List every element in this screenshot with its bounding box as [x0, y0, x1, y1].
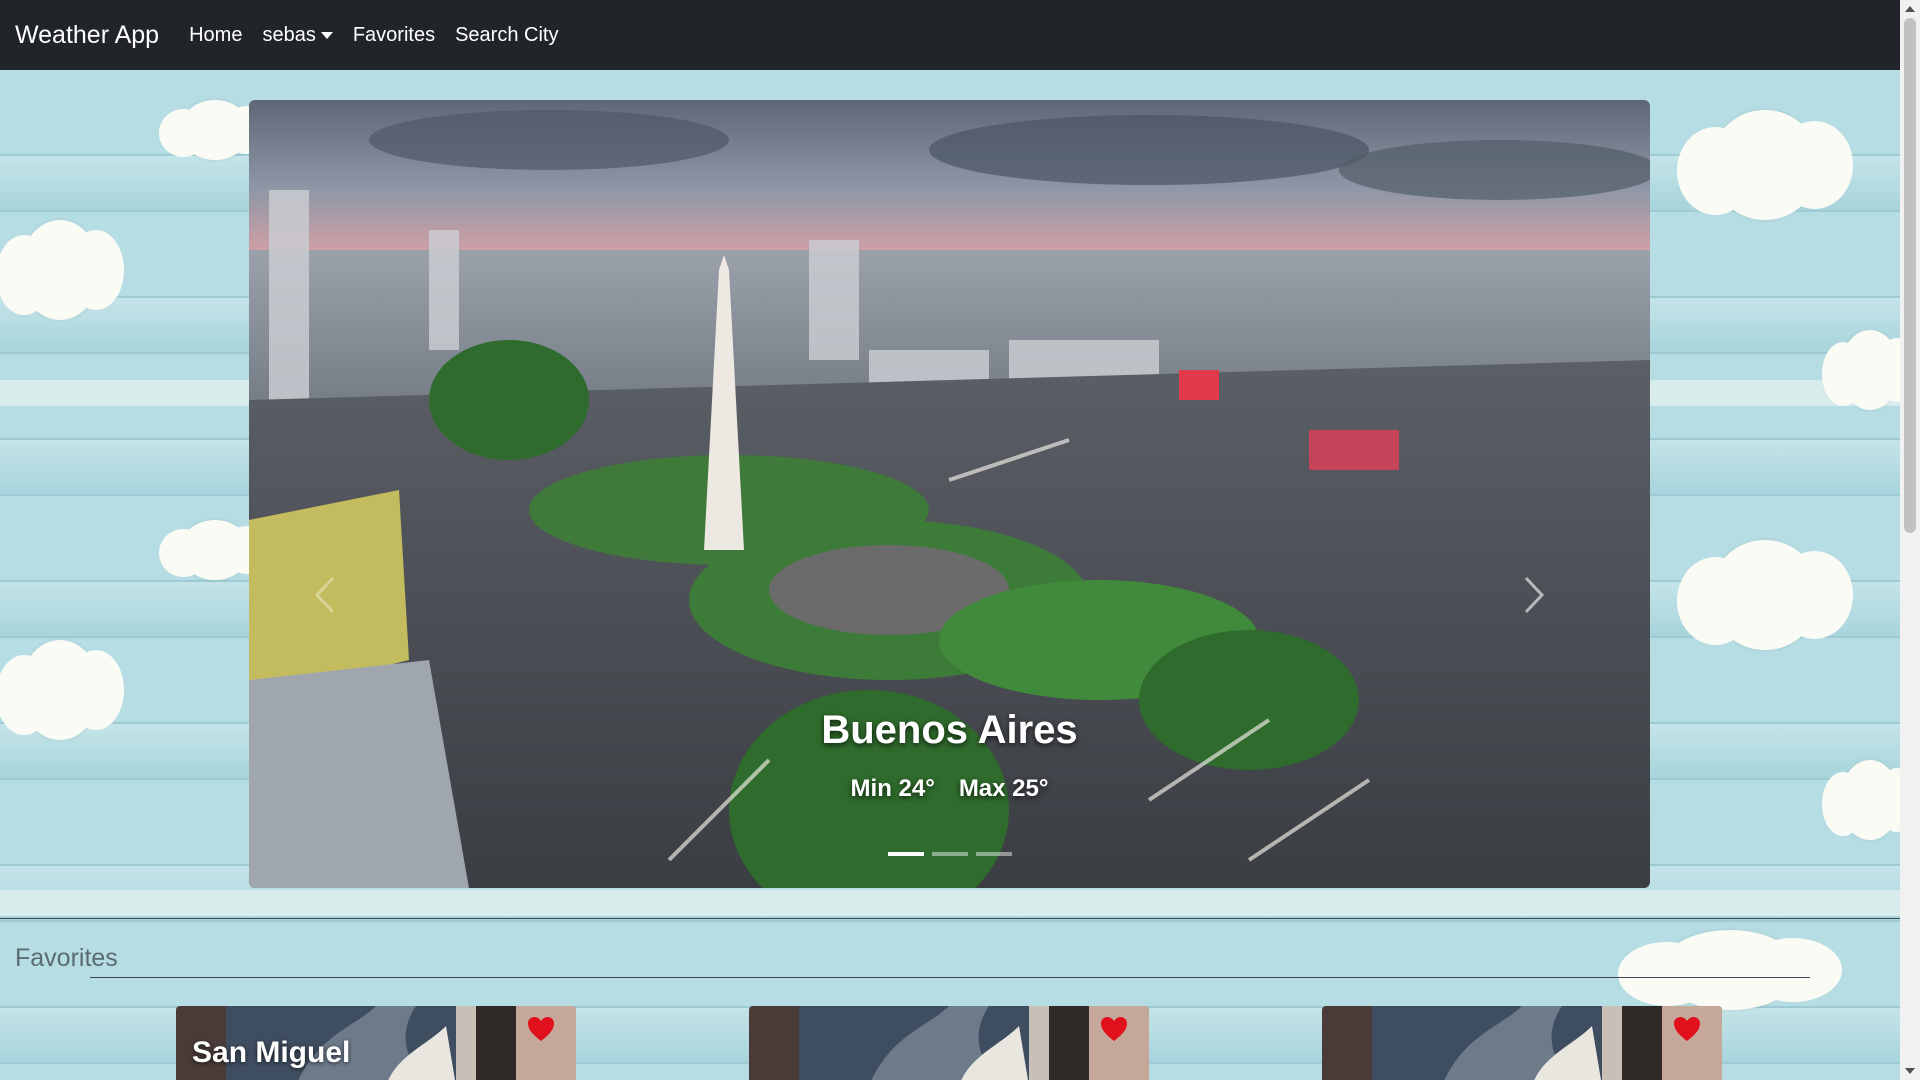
- favorite-card[interactable]: [749, 1006, 1149, 1080]
- chevron-left-icon: [314, 576, 335, 614]
- vertical-scrollbar[interactable]: [1900, 0, 1920, 1080]
- chevron-right-icon: [1524, 576, 1545, 614]
- section-divider: [0, 918, 1900, 919]
- nav-user-label: sebas: [262, 23, 316, 46]
- carousel-indicator[interactable]: [887, 852, 924, 856]
- city-carousel: Buenos Aires Min 24° Max 25°: [249, 100, 1650, 888]
- carousel-prev-button[interactable]: [309, 570, 339, 620]
- background-cloud: [0, 220, 124, 320]
- nav-favorites-label: Favorites: [352, 23, 436, 46]
- background-cloud: [1822, 330, 1900, 410]
- favorites-divider: [90, 977, 1810, 978]
- scroll-down-arrow-icon[interactable]: [1905, 1068, 1915, 1074]
- background-cloud: [1677, 110, 1853, 220]
- nav-favorites-link[interactable]: Favorites: [353, 24, 435, 47]
- scroll-thumb[interactable]: [1904, 18, 1916, 533]
- heart-icon[interactable]: [1672, 1014, 1702, 1044]
- background-cloud: [1822, 760, 1900, 840]
- slide-min-temp: Min 24°: [850, 775, 935, 802]
- nav-search-city-label: Search City: [455, 23, 559, 46]
- background-cloud: [0, 640, 124, 740]
- slide-temperatures: Min 24° Max 25°: [249, 775, 1650, 803]
- favorite-card-city: San Miguel: [192, 1036, 351, 1069]
- navbar: Weather App Home sebas Favorites Search …: [0, 0, 1900, 70]
- slide-city-name: Buenos Aires: [821, 708, 1078, 752]
- carousel-indicator[interactable]: [975, 852, 1012, 856]
- background-cloud: [1677, 540, 1853, 650]
- background-plank: [0, 890, 1900, 916]
- scroll-up-arrow-icon[interactable]: [1905, 6, 1915, 12]
- navbar-brand[interactable]: Weather App: [15, 21, 159, 50]
- carousel-indicator[interactable]: [931, 852, 968, 856]
- nav-user-dropdown[interactable]: sebas: [262, 23, 333, 47]
- heart-icon[interactable]: [526, 1014, 556, 1044]
- caret-down-icon: [320, 31, 333, 39]
- favorite-card[interactable]: San Miguel: [176, 1006, 576, 1080]
- background-cloud: [1618, 930, 1842, 1010]
- nav-search-city-link[interactable]: Search City: [455, 24, 558, 47]
- carousel-next-button[interactable]: [1520, 570, 1550, 620]
- background-cloud: [159, 520, 271, 580]
- favorite-card-image: [1322, 1006, 1722, 1080]
- nav-home-link[interactable]: Home: [189, 24, 242, 47]
- nav-home-label: Home: [189, 23, 243, 46]
- favorites-heading: Favorites: [15, 944, 118, 972]
- background-cloud: [159, 100, 271, 160]
- favorite-card-image: [749, 1006, 1149, 1080]
- slide-caption: Buenos Aires Min 24° Max 25°: [249, 708, 1650, 803]
- slide-max-temp: Max 25°: [958, 775, 1049, 802]
- carousel-indicators: [249, 852, 1650, 856]
- heart-icon[interactable]: [1099, 1014, 1129, 1044]
- favorite-card[interactable]: [1322, 1006, 1722, 1080]
